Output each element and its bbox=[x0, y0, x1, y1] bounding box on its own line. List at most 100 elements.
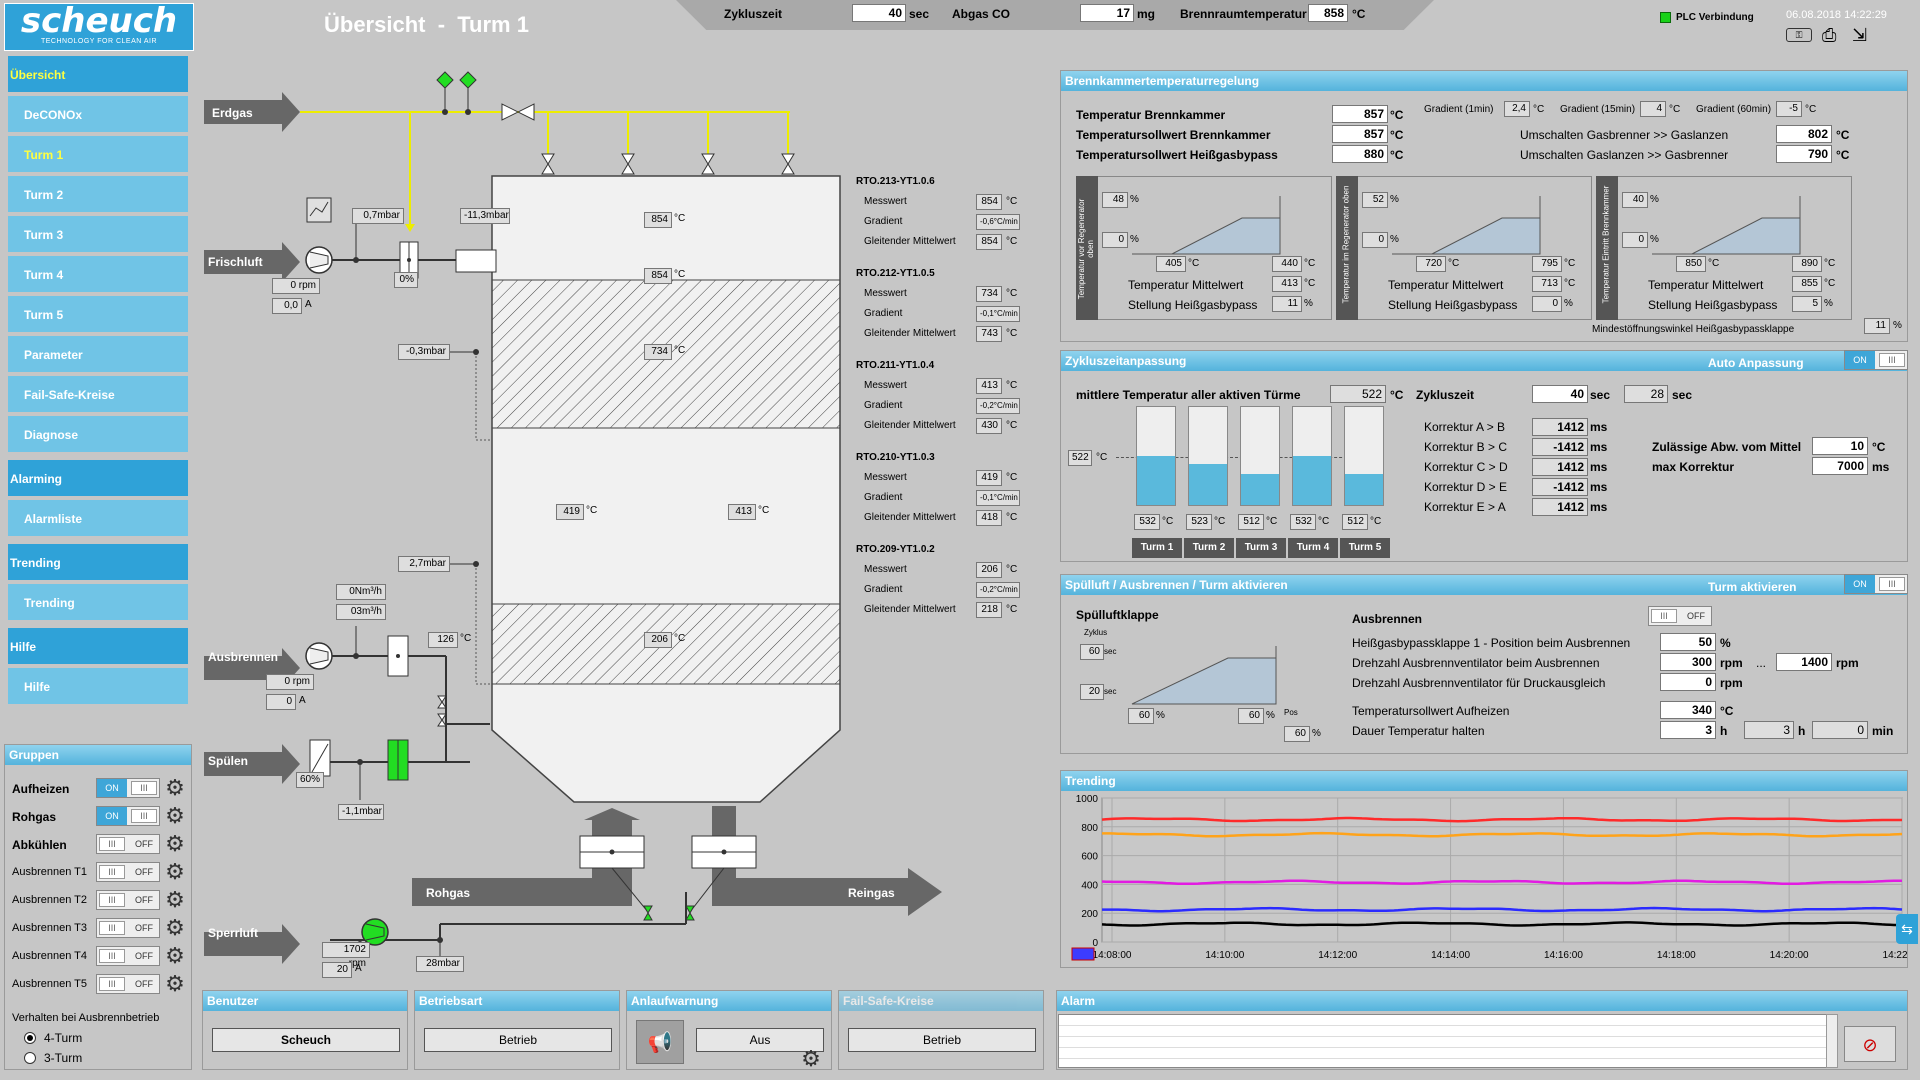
tower-temp-unit: °C bbox=[1266, 516, 1278, 527]
spuel-y1[interactable]: 60 bbox=[1080, 644, 1104, 660]
nav-turm-5[interactable]: Turm 5 bbox=[8, 296, 188, 334]
zyk-zyklus-value[interactable]: 40 bbox=[1532, 385, 1588, 403]
nav-alarmliste[interactable]: Alarmliste bbox=[8, 500, 188, 538]
tower-button[interactable]: Turm 4 bbox=[1288, 538, 1338, 558]
ausbrennen-temp: 126 bbox=[428, 632, 458, 648]
key-icon[interactable]: ⚿ bbox=[1786, 28, 1812, 42]
tower-button[interactable]: Turm 5 bbox=[1340, 538, 1390, 558]
gruppe-toggle[interactable]: ON III bbox=[96, 806, 160, 826]
bkr-heiss-value[interactable]: 880 bbox=[1332, 145, 1388, 163]
nav-overview[interactable]: Übersicht bbox=[8, 56, 188, 94]
nav-parameter[interactable]: Parameter bbox=[8, 336, 188, 374]
spuel-r4-value[interactable]: 340 bbox=[1660, 701, 1716, 719]
bkr-chart-x2[interactable]: 795 bbox=[1532, 256, 1562, 272]
gear-icon[interactable]: ⚙ bbox=[164, 945, 186, 967]
bkr-umschalten-1[interactable]: 802 bbox=[1776, 125, 1832, 143]
spuel-turm-akt-toggle[interactable]: ON III bbox=[1844, 574, 1908, 594]
gear-icon[interactable]: ⚙ bbox=[164, 889, 186, 911]
gear-icon[interactable]: ⚙ bbox=[164, 777, 186, 799]
gruppe-toggle[interactable]: III OFF bbox=[96, 862, 160, 882]
bkr-chart-x1[interactable]: 850 bbox=[1676, 256, 1706, 272]
gruppe-toggle[interactable]: ON III bbox=[96, 778, 160, 798]
nav-alarming[interactable]: Alarming bbox=[8, 460, 188, 498]
tower-level-bar bbox=[1292, 406, 1332, 506]
tower-temp-mid-left: 419 bbox=[556, 504, 584, 520]
spuel-x3[interactable]: 60 bbox=[1284, 726, 1310, 742]
bkr-chart-ybot[interactable]: 0 bbox=[1622, 232, 1648, 248]
tower-button[interactable]: Turm 2 bbox=[1184, 538, 1234, 558]
bkr-chart-x2[interactable]: 440 bbox=[1272, 256, 1302, 272]
alarm-list[interactable] bbox=[1058, 1014, 1838, 1068]
logout-icon[interactable]: ⇲ bbox=[1852, 26, 1867, 44]
radio-4-turm[interactable] bbox=[24, 1032, 36, 1044]
radio-4-turm-label: 4-Turm bbox=[44, 1031, 83, 1045]
bkr-min-value[interactable]: 11 bbox=[1864, 318, 1890, 334]
gruppe-toggle[interactable]: III OFF bbox=[96, 834, 160, 854]
gear-icon[interactable]: ⚙ bbox=[164, 861, 186, 883]
spuel-r3-value[interactable]: 0 bbox=[1660, 673, 1716, 691]
alarm-ack-icon[interactable]: ⊘ bbox=[1844, 1026, 1896, 1062]
failsafe-button[interactable]: Betrieb bbox=[848, 1028, 1036, 1052]
bkr-soll-value[interactable]: 857 bbox=[1332, 125, 1388, 143]
gruppe-toggle[interactable]: III OFF bbox=[96, 890, 160, 910]
spuel-r2-value[interactable]: 300 bbox=[1660, 653, 1716, 671]
zyk-maxk-value[interactable]: 7000 bbox=[1812, 457, 1868, 475]
bkr-chart-ybot[interactable]: 0 bbox=[1102, 232, 1128, 248]
gear-icon[interactable]: ⚙ bbox=[164, 973, 186, 995]
spuel-r1-value[interactable]: 50 bbox=[1660, 633, 1716, 651]
zyk-ref-value: 522 bbox=[1068, 450, 1092, 466]
spuel-r1-unit: % bbox=[1720, 636, 1731, 650]
gruppe-toggle[interactable]: III OFF bbox=[96, 946, 160, 966]
nav-trending-header[interactable]: Trending bbox=[8, 544, 188, 582]
gear-icon[interactable]: ⚙ bbox=[164, 833, 186, 855]
nav-turm-1[interactable]: Turm 1 bbox=[8, 136, 188, 174]
zyk-auto-toggle[interactable]: ON III bbox=[1844, 350, 1908, 370]
korrektur-value: 1412 bbox=[1532, 498, 1588, 516]
print-icon[interactable]: ⎙ bbox=[1822, 26, 1836, 44]
trend-legend-icon[interactable] bbox=[1071, 947, 1095, 961]
trend-chart[interactable]: 1000 800 600 400 200 014:08:00 14:10:00 14:12:0… bbox=[1062, 792, 1908, 964]
tower-button[interactable]: Turm 3 bbox=[1236, 538, 1286, 558]
spuel-x1[interactable]: 60 bbox=[1128, 708, 1154, 724]
bkr-umschalten-2[interactable]: 790 bbox=[1776, 145, 1832, 163]
bkr-chart-ytop[interactable]: 40 bbox=[1622, 192, 1648, 208]
bkr-chart-ybot-unit: % bbox=[1650, 234, 1659, 245]
gear-icon[interactable]: ⚙ bbox=[164, 805, 186, 827]
bkr-chart-tm-unit: °C bbox=[1564, 278, 1576, 289]
spuel-x2[interactable]: 60 bbox=[1238, 708, 1264, 724]
bkr-chart-ybot[interactable]: 0 bbox=[1362, 232, 1388, 248]
teamviewer-icon[interactable]: ⇆ bbox=[1896, 914, 1918, 944]
gruppe-toggle[interactable]: III OFF bbox=[96, 974, 160, 994]
alarm-scrollbar[interactable] bbox=[1826, 1014, 1838, 1068]
bkr-chart-ytop[interactable]: 48 bbox=[1102, 192, 1128, 208]
benutzer-button[interactable]: Scheuch bbox=[212, 1028, 400, 1052]
alarm-title: Alarm bbox=[1057, 991, 1907, 1011]
gruppe-toggle[interactable]: III OFF bbox=[96, 918, 160, 938]
spuel-ausbrennen-toggle[interactable]: III OFF bbox=[1648, 606, 1712, 626]
nav-hilfe[interactable]: Hilfe bbox=[8, 668, 188, 706]
anlauf-gear-icon[interactable]: ⚙ bbox=[800, 1048, 822, 1070]
zyk-abw-value[interactable]: 10 bbox=[1812, 437, 1868, 455]
nav-fail-safe[interactable]: Fail-Safe-Kreise bbox=[8, 376, 188, 414]
nav-turm-3[interactable]: Turm 3 bbox=[8, 216, 188, 254]
radio-3-turm[interactable] bbox=[24, 1052, 36, 1064]
bkr-chart-x1[interactable]: 405 bbox=[1156, 256, 1186, 272]
spuel-r1-label: Heißgasbypassklappe 1 - Position beim Au… bbox=[1352, 636, 1631, 650]
sensor-mess-label: Messwert bbox=[864, 472, 907, 483]
nav-turm-2[interactable]: Turm 2 bbox=[8, 176, 188, 214]
nav-trending[interactable]: Trending bbox=[8, 584, 188, 622]
bkr-chart-x2[interactable]: 890 bbox=[1792, 256, 1822, 272]
betriebsart-button[interactable]: Betrieb bbox=[424, 1028, 612, 1052]
tower-button[interactable]: Turm 1 bbox=[1132, 538, 1182, 558]
gear-icon[interactable]: ⚙ bbox=[164, 917, 186, 939]
nav-hilfe-header[interactable]: Hilfe bbox=[8, 628, 188, 666]
nav-turm-4[interactable]: Turm 4 bbox=[8, 256, 188, 294]
spuel-y1-unit: sec bbox=[1104, 647, 1117, 656]
spuel-y2[interactable]: 20 bbox=[1080, 684, 1104, 700]
spuel-r2b-value[interactable]: 1400 bbox=[1776, 653, 1832, 671]
bkr-chart-ytop[interactable]: 52 bbox=[1362, 192, 1388, 208]
nav-deconox[interactable]: DeCONOx bbox=[8, 96, 188, 134]
nav-diagnose[interactable]: Diagnose bbox=[8, 416, 188, 454]
spuel-r5a-value[interactable]: 3 bbox=[1660, 721, 1716, 739]
bkr-chart-x1[interactable]: 720 bbox=[1416, 256, 1446, 272]
